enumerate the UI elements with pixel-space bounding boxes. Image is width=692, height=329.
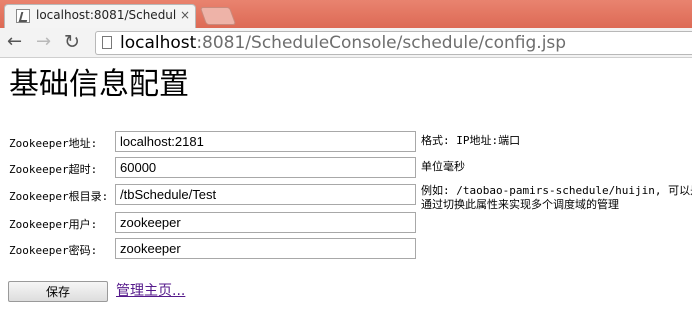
root-path-hint-line2: 通过切换此属性来实现多个调度域的管理 xyxy=(421,198,619,211)
zookeeper-timeout-hint: 单位毫秒 xyxy=(421,160,465,173)
zookeeper-user-input[interactable] xyxy=(115,212,416,233)
zookeeper-password-input[interactable] xyxy=(115,238,416,259)
url-path: :8081/ScheduleConsole/schedule/config.js… xyxy=(196,33,567,53)
tab-strip: localhost:8081/Schedule × xyxy=(0,0,692,28)
zookeeper-address-label: Zookeeper地址: xyxy=(9,137,98,150)
url-text[interactable]: localhost:8081/ScheduleConsole/schedule/… xyxy=(120,33,566,53)
zookeeper-password-label: Zookeeper密码: xyxy=(9,244,98,257)
zookeeper-timeout-label: Zookeeper超时: xyxy=(9,163,98,176)
zookeeper-root-path-label: Zookeeper根目录: xyxy=(9,190,109,203)
reload-icon[interactable]: ↻ xyxy=(64,32,80,52)
zookeeper-address-hint: 格式: IP地址:端口 xyxy=(421,134,521,147)
url-host: localhost xyxy=(120,33,197,53)
page-icon xyxy=(102,36,112,49)
address-bar[interactable]: localhost:8081/ScheduleConsole/schedule/… xyxy=(95,31,692,55)
back-arrow-icon[interactable]: ← xyxy=(7,32,22,52)
zookeeper-address-input[interactable] xyxy=(115,131,416,152)
browser-tab[interactable]: localhost:8081/Schedule × xyxy=(4,4,196,28)
forward-arrow-icon[interactable]: → xyxy=(36,32,51,52)
page-title: 基础信息配置 xyxy=(9,67,189,102)
zookeeper-root-path-hint: 例如: /taobao-pamirs-schedule/huijin, 可以是一… xyxy=(421,184,692,212)
save-button[interactable]: 保存 xyxy=(8,281,108,302)
close-tab-icon[interactable]: × xyxy=(180,8,190,22)
root-path-hint-line1: 例如: /taobao-pamirs-schedule/huijin, 可以是一 xyxy=(421,184,692,197)
zookeeper-root-path-input[interactable] xyxy=(115,184,416,205)
page-favicon-icon xyxy=(16,9,30,23)
admin-home-link[interactable]: 管理主页... xyxy=(116,280,185,300)
tab-title: localhost:8081/Schedule xyxy=(36,8,176,22)
new-tab-button[interactable] xyxy=(199,7,237,25)
zookeeper-user-label: Zookeeper用户: xyxy=(9,218,98,231)
browser-toolbar: ← → ↻ localhost:8081/ScheduleConsole/sch… xyxy=(0,28,692,58)
zookeeper-timeout-input[interactable] xyxy=(115,157,416,178)
